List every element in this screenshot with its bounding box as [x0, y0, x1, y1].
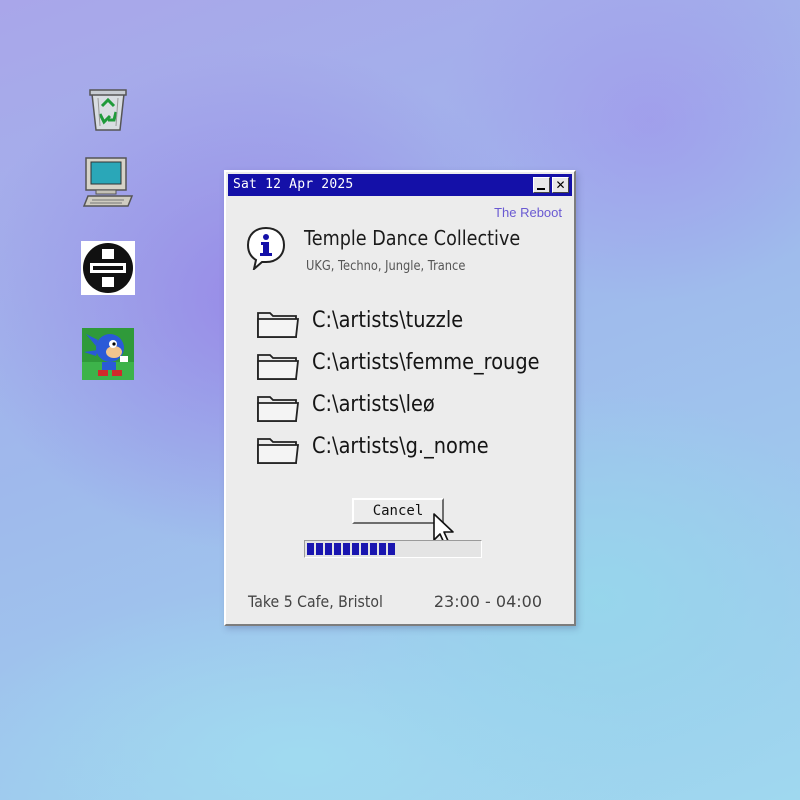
- window-titlebar[interactable]: Sat 12 Apr 2025 ✕: [228, 174, 572, 196]
- cancel-button[interactable]: Cancel: [352, 498, 444, 524]
- time-label: 23:00 - 04:00: [433, 592, 542, 611]
- window-title: Sat 12 Apr 2025: [233, 177, 354, 192]
- info-icon: [246, 226, 286, 270]
- minimize-button[interactable]: [533, 177, 550, 193]
- recycle-bin-icon[interactable]: [80, 80, 136, 136]
- folder-path: C:\artists\g._nome: [312, 434, 489, 459]
- progress-fill: [307, 543, 396, 555]
- folder-icon: [257, 438, 300, 464]
- folder-icon: [257, 312, 300, 338]
- event-dialog-window: Sat 12 Apr 2025 ✕ The Reboot Temple Danc…: [224, 170, 576, 626]
- folder-icon: [257, 396, 300, 422]
- close-icon: ✕: [555, 178, 566, 192]
- progress-bar: [304, 540, 482, 558]
- sonic-game-icon[interactable]: [80, 326, 136, 382]
- venue-label: Take 5 Cafe, Bristol: [248, 592, 383, 611]
- brand-label: The Reboot: [494, 205, 562, 220]
- folder-path: C:\artists\tuzzle: [312, 308, 464, 333]
- my-computer-icon[interactable]: [80, 154, 136, 210]
- event-genres: UKG, Techno, Jungle, Trance: [306, 259, 466, 274]
- folder-path: C:\artists\femme_rouge: [312, 350, 540, 375]
- close-button[interactable]: ✕: [552, 177, 569, 193]
- folder-path: C:\artists\leø: [312, 392, 435, 417]
- minimize-icon: [537, 188, 545, 190]
- event-title: Temple Dance Collective: [304, 226, 521, 250]
- folder-icon: [257, 354, 300, 380]
- temple-logo-icon[interactable]: [80, 240, 136, 296]
